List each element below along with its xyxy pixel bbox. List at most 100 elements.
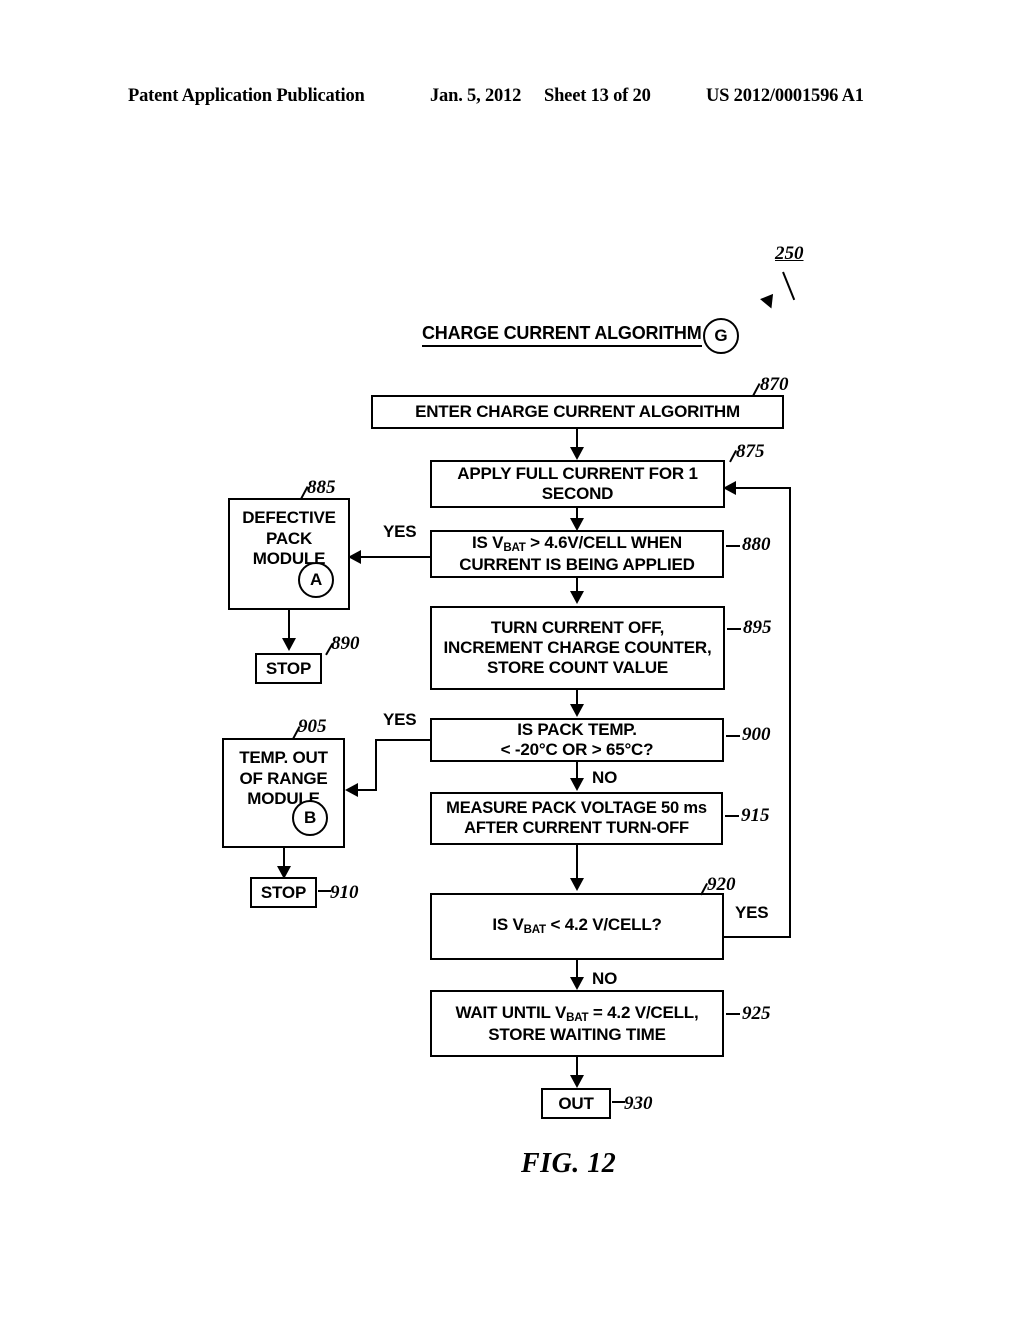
node-enter-charge-current-algorithm: ENTER CHARGE CURRENT ALGORITHM <box>371 395 784 429</box>
node-measure-pack-voltage: MEASURE PACK VOLTAGE 50 ms AFTER CURRENT… <box>430 792 723 845</box>
edge-vbat-to-defective <box>360 556 430 559</box>
node-vbat-46-line1-sub: BAT <box>503 541 526 554</box>
patent-figure-page: Patent Application Publication Jan. 5, 2… <box>0 0 1024 1320</box>
header-publication: Patent Application Publication <box>128 86 365 106</box>
node-vbat-42-pre: IS V <box>492 915 524 935</box>
node-turn-current-off: TURN CURRENT OFF, INCREMENT CHARGE COUNT… <box>430 606 725 690</box>
edge-turnoff-to-temp-arrowhead <box>570 704 584 717</box>
diagram-ref-arrowhead <box>760 293 778 312</box>
title-badge-g: G <box>703 318 739 354</box>
node-temp-module-line2: OF RANGE <box>239 768 328 788</box>
node-apply-line1: APPLY FULL CURRENT FOR 1 <box>457 464 698 484</box>
edge-defective-to-stop-arrowhead <box>282 638 296 651</box>
node-defective-pack-text: DEFECTIVE PACK MODULE <box>230 508 348 570</box>
header-patent-number: US 2012/0001596 A1 <box>706 86 864 106</box>
header-sheet: Sheet 13 of 20 <box>544 86 651 106</box>
edge-vbat-to-turnoff-arrowhead <box>570 591 584 604</box>
page-header: Patent Application Publication Jan. 5, 2… <box>0 86 1024 112</box>
node-measure-line2: AFTER CURRENT TURN-OFF <box>464 818 689 837</box>
ref-915-leader <box>725 815 739 818</box>
ref-910: 910 <box>330 882 359 903</box>
node-vbat-46-line2: CURRENT IS BEING APPLIED <box>459 555 695 575</box>
edge-enter-to-apply <box>576 429 579 449</box>
node-defective-pack-line3: MODULE <box>252 549 326 569</box>
edge-vbat42-yes-seg1 <box>724 936 791 939</box>
edge-wait-to-out <box>576 1057 579 1077</box>
diagram-ref-250: 250 <box>775 243 804 264</box>
node-defective-pack-line1: DEFECTIVE <box>242 508 336 527</box>
branch-label-no-temp: NO <box>592 768 618 787</box>
node-vbat-46-line1-pre: IS V <box>471 533 504 552</box>
node-wait-line2: STORE WAITING TIME <box>488 1024 666 1044</box>
ref-900: 900 <box>742 724 771 745</box>
badge-b-label: B <box>303 807 317 827</box>
branch-label-no-vbat42: NO <box>592 969 618 988</box>
badge-a: A <box>298 562 334 598</box>
edge-measure-to-vbat42-arrowhead <box>570 878 584 891</box>
node-wait-line1-post: = 4.2 V/CELL, <box>588 1002 699 1022</box>
node-vbat-46-line1-post: > 4.6V/CELL WHEN <box>525 533 683 552</box>
edge-wait-to-out-arrowhead <box>570 1075 584 1088</box>
node-apply-full-current: APPLY FULL CURRENT FOR 1 SECOND <box>430 460 725 508</box>
ref-900-leader <box>726 735 740 738</box>
ref-925: 925 <box>742 1003 771 1024</box>
node-temp-line1: IS PACK TEMP. <box>517 720 637 740</box>
ref-905: 905 <box>298 716 327 737</box>
edge-enter-to-apply-arrowhead <box>570 447 584 460</box>
edge-temp-yes-seg2 <box>375 739 378 791</box>
edge-defective-to-stop <box>288 610 291 640</box>
branch-label-yes-defective: YES <box>383 522 417 541</box>
node-vbat-42-text: IS VBAT < 4.2 V/CELL? <box>492 915 662 937</box>
node-enter-label: ENTER CHARGE CURRENT ALGORITHM <box>415 402 740 422</box>
ref-875: 875 <box>736 441 765 462</box>
title-badge-label: G <box>714 326 728 345</box>
node-stop-defective-label: STOP <box>265 658 312 678</box>
node-defective-pack-line2: PACK <box>265 528 313 548</box>
ref-870: 870 <box>760 374 789 395</box>
edge-vbat42-no-arrowhead <box>570 977 584 990</box>
badge-b: B <box>292 800 328 836</box>
node-turn-off-line2: INCREMENT CHARGE COUNTER, <box>443 638 712 658</box>
ref-890: 890 <box>331 633 360 654</box>
node-wait-line1-sub: BAT <box>566 1011 589 1024</box>
node-wait-line1-pre: WAIT UNTIL V <box>455 1002 567 1022</box>
node-vbat-42-post: < 4.2 V/CELL? <box>545 915 662 935</box>
ref-885: 885 <box>307 477 336 498</box>
edge-temp-yes-arrowhead <box>345 783 358 797</box>
ref-925-leader <box>726 1013 740 1016</box>
edge-vbat42-yes-seg2 <box>789 487 792 938</box>
node-temp-module-line3: MODULE <box>247 789 320 809</box>
node-apply-line2: SECOND <box>541 484 614 503</box>
node-temp-module-line1: TEMP. OUT <box>239 748 328 767</box>
node-wait-line1: WAIT UNTIL VBAT = 4.2 V/CELL, <box>455 1003 698 1025</box>
ref-895: 895 <box>743 617 772 638</box>
ref-895-leader <box>727 628 741 631</box>
node-pack-temp-check: IS PACK TEMP. < -20°C OR > 65°C? <box>430 718 724 762</box>
node-vbat-42-sub: BAT <box>523 924 546 937</box>
node-vbat-46-check: IS VBAT > 4.6V/CELL WHEN CURRENT IS BEIN… <box>430 530 724 578</box>
branch-label-yes-temp: YES <box>383 710 417 729</box>
branch-label-yes-vbat42: YES <box>735 903 769 922</box>
node-temp-module-text: TEMP. OUT OF RANGE MODULE <box>224 748 343 810</box>
ref-880: 880 <box>742 534 771 555</box>
figure-title: CHARGE CURRENT ALGORITHM <box>422 323 702 347</box>
node-out-label: OUT <box>558 1093 594 1113</box>
node-stop-temp: STOP <box>250 877 317 908</box>
node-defective-pack-module: DEFECTIVE PACK MODULE A <box>228 498 350 610</box>
edge-temp-yes-seg3 <box>358 789 377 792</box>
node-out: OUT <box>541 1088 611 1119</box>
header-date: Jan. 5, 2012 <box>430 86 522 106</box>
node-stop-defective: STOP <box>255 653 322 684</box>
node-temp-out-of-range-module: TEMP. OUT OF RANGE MODULE B <box>222 738 345 848</box>
edge-vbat42-yes-seg3 <box>736 487 791 490</box>
ref-915: 915 <box>741 805 770 826</box>
edge-temp-yes-seg1 <box>375 739 431 742</box>
ref-880-leader <box>726 545 740 548</box>
node-stop-temp-label: STOP <box>260 882 307 902</box>
node-temp-line2: < -20°C OR > 65°C? <box>500 740 654 759</box>
node-turn-off-line3: STORE COUNT VALUE <box>486 657 669 677</box>
node-vbat-42-check: IS VBAT < 4.2 V/CELL? <box>430 893 724 960</box>
edge-temp-no-arrowhead <box>570 778 584 791</box>
figure-caption: FIG. 12 <box>521 1148 617 1179</box>
node-turn-off-line1: TURN CURRENT OFF, <box>490 618 665 638</box>
